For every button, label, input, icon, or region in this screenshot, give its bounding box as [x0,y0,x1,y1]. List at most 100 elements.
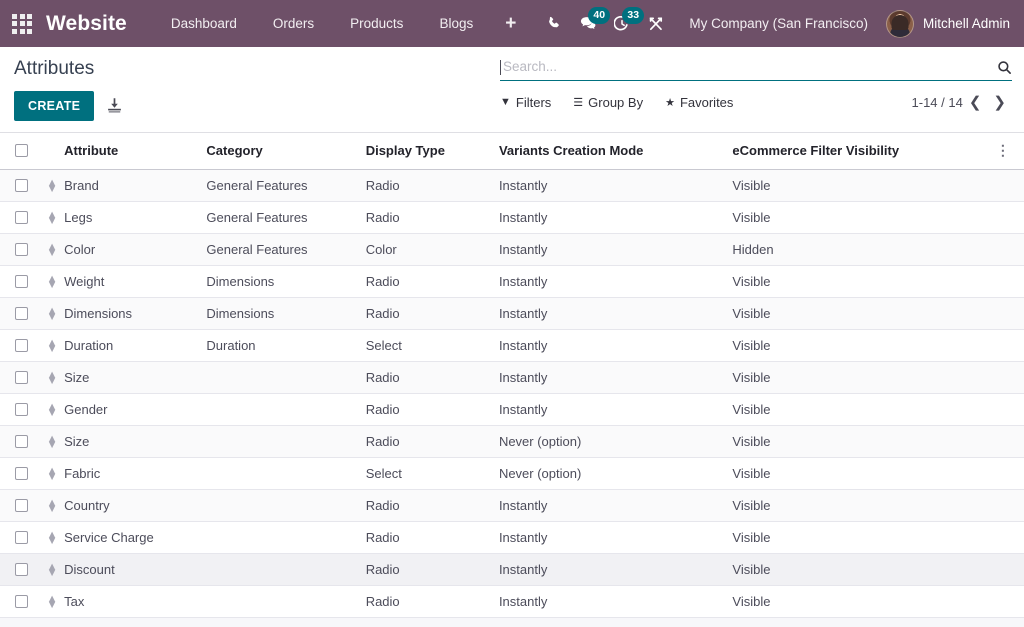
activities-clock-icon[interactable]: 33 [605,0,645,47]
row-checkbox[interactable] [15,243,28,256]
pager-next-icon[interactable]: ❯ [987,93,1012,111]
cell-ecommerce-filter-visibility: Visible [732,393,996,426]
menu-item-blogs[interactable]: Blogs [421,0,491,47]
table-row[interactable]: ▲ ▼ Brand General Features Radio Instantly Vis… [0,169,1024,202]
user-menu[interactable]: Mitchell Admin [882,0,1024,47]
search-input[interactable] [503,57,991,75]
control-panel-left: Attributes CREATE [14,47,123,121]
column-header-ecommerce-filter-visibility[interactable]: eCommerce Filter Visibility [732,133,996,170]
messages-icon[interactable]: 40 [571,0,611,47]
row-checkbox[interactable] [15,435,28,448]
row-checkbox[interactable] [15,371,28,384]
row-select-cell [0,233,41,266]
sort-handle-icon[interactable]: ▲ ▼ [40,337,64,354]
row-checkbox[interactable] [15,499,28,512]
sort-handle-icon[interactable]: ▲ ▼ [40,241,64,258]
row-select-cell [0,201,41,234]
cell-display-type: Radio [365,489,499,522]
row-checkbox[interactable] [15,595,28,608]
row-checkbox[interactable] [15,563,28,576]
cell-variants-creation-mode: Instantly [498,521,733,554]
sort-handle-icon[interactable]: ▲ ▼ [40,561,64,578]
pager-previous-icon[interactable]: ❮ [963,93,988,111]
sort-handle-icon[interactable]: ▲ ▼ [40,529,64,546]
row-checkbox[interactable] [15,211,28,224]
table-row[interactable]: ▲ ▼ Legs General Features Radio Instantly Visi… [0,201,1024,234]
row-checkbox[interactable] [15,531,28,544]
row-checkbox[interactable] [15,307,28,320]
column-options-icon[interactable]: ⋮ [996,142,1010,158]
table-row[interactable]: ▲ ▼ Dimensions Dimensions Radio Instantly Visi… [0,297,1024,330]
menu-item-dashboard[interactable]: Dashboard [153,0,255,47]
row-options-cell [995,425,1024,458]
row-drag-handle-cell: ▲ ▼ [40,425,65,458]
row-checkbox[interactable] [15,179,28,192]
filters-dropdown[interactable]: ▼ Filters [500,95,551,110]
column-header-attribute[interactable]: Attribute [64,133,207,170]
row-select-cell [0,169,41,202]
cell-attribute: Size [64,425,207,458]
table-row[interactable]: ▲ ▼ Size Radio Instantly Visible [0,361,1024,394]
row-select-cell [0,425,41,458]
developer-tools-icon[interactable] [639,0,673,47]
favorites-dropdown[interactable]: ★ Favorites [665,95,733,110]
sort-handle-icon[interactable]: ▲ ▼ [40,465,64,482]
table-row[interactable]: ▲ ▼ Country Radio Instantly Visible [0,489,1024,522]
company-switcher[interactable]: My Company (San Francisco) [673,16,882,31]
sort-handle-icon[interactable]: ▲ ▼ [40,593,64,610]
table-row[interactable]: ▲ ▼ Size Radio Never (option) Visible [0,425,1024,458]
select-all-checkbox[interactable] [15,144,28,157]
table-row[interactable]: ▲ ▼ Color General Features Color Instantly Hid… [0,233,1024,266]
table-row[interactable]: ▲ ▼ Fabric Select Never (option) Visible [0,457,1024,490]
row-checkbox[interactable] [15,339,28,352]
sort-handle-icon[interactable]: ▲ ▼ [40,273,64,290]
sort-handle-icon[interactable]: ▲ ▼ [40,369,64,386]
sort-handle-icon[interactable]: ▲ ▼ [40,401,64,418]
search-magnifier-icon[interactable] [991,60,1012,75]
row-options-cell [995,169,1024,202]
cell-attribute: Duration [64,329,207,362]
apps-menu-toggle[interactable] [0,0,44,47]
row-select-cell [0,361,41,394]
sort-handle-icon[interactable]: ▲ ▼ [40,497,64,514]
row-drag-handle-cell: ▲ ▼ [40,297,65,330]
table-row[interactable]: ▲ ▼ Gender Radio Instantly Visible [0,393,1024,426]
table-row[interactable]: ▲ ▼ Service Charge Radio Instantly Visible [0,521,1024,554]
row-options-cell [995,521,1024,554]
table-row[interactable]: ▲ ▼ Weight Dimensions Radio Instantly Visible [0,265,1024,298]
phone-icon[interactable] [537,0,571,47]
odoo-website-attributes-page: Website Dashboard Orders Products Blogs … [0,0,1024,627]
sort-handle-icon[interactable]: ▲ ▼ [40,305,64,322]
row-checkbox[interactable] [15,403,28,416]
sort-handle-icon[interactable]: ▲ ▼ [40,177,64,194]
import-download-icon[interactable] [106,97,123,114]
app-brand-website[interactable]: Website [44,12,133,36]
sort-handle-icon[interactable]: ▲ ▼ [40,209,64,226]
row-select-cell [0,585,41,618]
cell-variants-creation-mode: Never (option) [498,457,733,490]
create-button[interactable]: CREATE [14,90,95,121]
favorites-label: Favorites [679,94,734,110]
cell-display-type: Radio [365,585,499,618]
cell-ecommerce-filter-visibility: Visible [732,265,996,298]
search-bar[interactable] [500,57,1012,81]
cell-category: Dimensions [206,297,366,330]
menu-item-add-new[interactable]: + [491,0,530,47]
top-navbar: Website Dashboard Orders Products Blogs … [0,0,1024,47]
table-body: ▲ ▼ Brand General Features Radio Instantly Vis… [0,169,1024,618]
table-row[interactable]: ▲ ▼ Tax Radio Instantly Visible [0,585,1024,618]
column-header-display-type[interactable]: Display Type [365,133,499,170]
table-row[interactable]: ▲ ▼ Duration Duration Select Instantly Visible [0,329,1024,362]
cell-ecommerce-filter-visibility: Visible [732,457,996,490]
column-header-category[interactable]: Category [206,133,366,170]
menu-item-orders[interactable]: Orders [255,0,332,47]
table-row[interactable]: ▲ ▼ Discount Radio Instantly Visible [0,553,1024,586]
cell-ecommerce-filter-visibility: Visible [732,425,996,458]
column-header-variants-creation-mode[interactable]: Variants Creation Mode [498,133,733,170]
sort-handle-icon[interactable]: ▲ ▼ [40,433,64,450]
menu-item-products[interactable]: Products [332,0,421,47]
row-checkbox[interactable] [15,275,28,288]
group-by-dropdown[interactable]: ☰ Group By [573,95,643,110]
row-checkbox[interactable] [15,467,28,480]
user-avatar [885,9,914,38]
